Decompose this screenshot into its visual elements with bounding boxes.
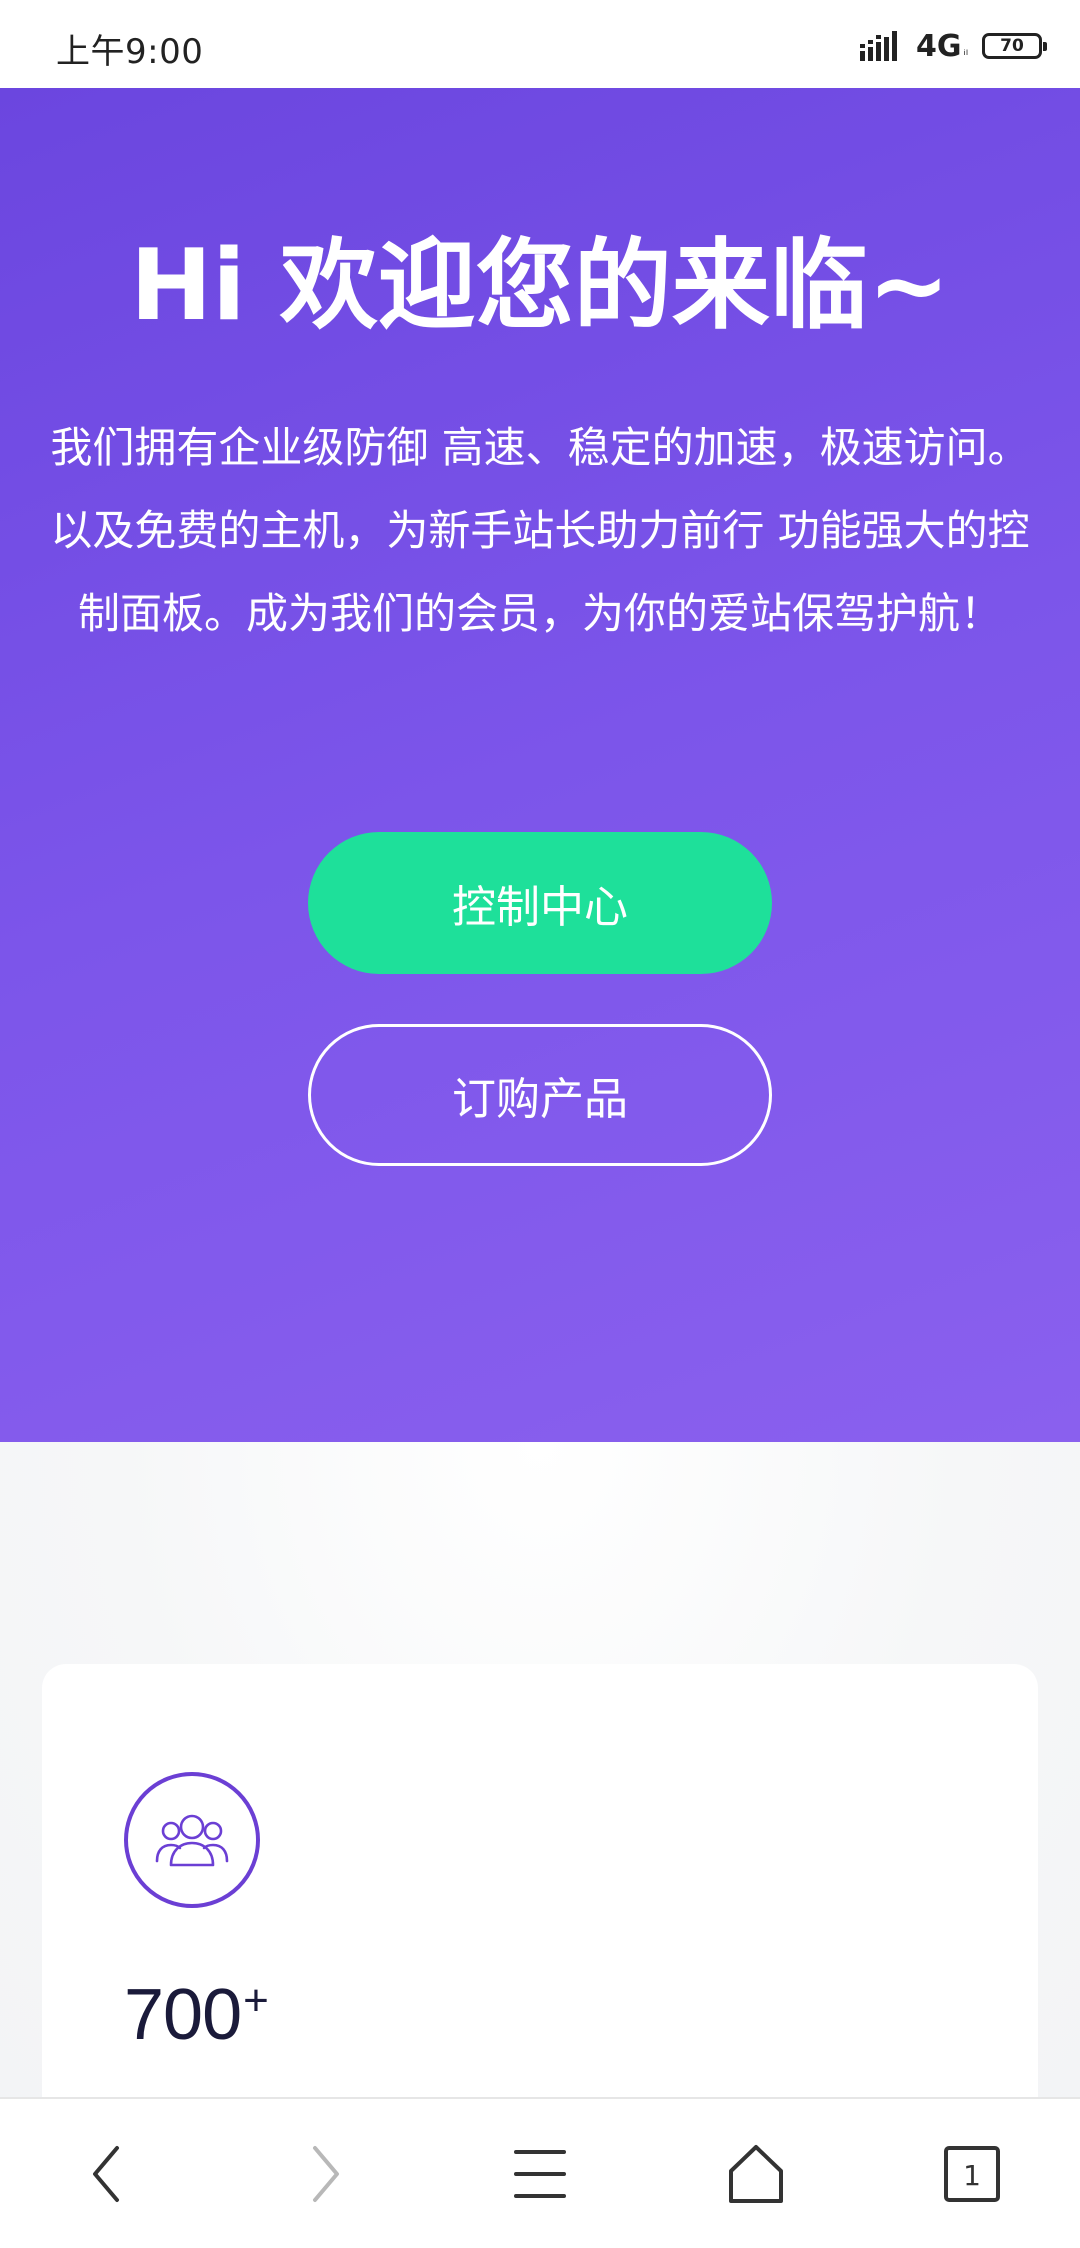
stat-suffix: + [243, 1976, 269, 2025]
browser-bottom-nav: 1 [0, 2097, 1080, 2248]
forward-button[interactable] [290, 2139, 360, 2209]
tab-count: 1 [963, 2159, 981, 2192]
home-icon [729, 2145, 783, 2203]
stat-card: 700+ [42, 1664, 1038, 2164]
home-button[interactable] [721, 2139, 791, 2209]
menu-button[interactable] [505, 2139, 575, 2209]
users-icon [124, 1772, 260, 1908]
menu-icon [514, 2150, 566, 2198]
network-activity-icon: ᵢₗ [963, 43, 968, 59]
battery-level: 70 [1000, 35, 1024, 56]
hero-title: Hi 欢迎您的来临~ [130, 229, 950, 343]
forward-icon [313, 2146, 339, 2202]
tabs-icon: 1 [944, 2146, 1000, 2202]
features-section: 700+ [0, 1442, 1080, 2164]
tabs-button[interactable]: 1 [937, 2139, 1007, 2209]
back-button[interactable] [72, 2139, 142, 2209]
stat-number: 700 [124, 1975, 242, 2055]
network-type: 4G [916, 28, 962, 64]
status-time: 上午9:00 [56, 32, 204, 72]
control-center-button[interactable]: 控制中心 [308, 832, 772, 974]
back-icon [93, 2146, 119, 2202]
hero-description: 我们拥有企业级防御 高速、稳定的加速，极速访问。以及免费的主机，为新手站长助力前… [50, 423, 1030, 638]
order-products-button[interactable]: 订购产品 [308, 1024, 772, 1166]
status-bar: 上午9:00 4G ᵢₗ 70 [0, 0, 1080, 88]
battery-icon: 70 [982, 33, 1047, 59]
signal-icon [860, 31, 898, 61]
hero-section: Hi 欢迎您的来临~ 我们拥有企业级防御 高速、稳定的加速，极速访问。以及免费的… [0, 88, 1080, 1442]
status-indicators: 4G ᵢₗ 70 [860, 26, 1047, 66]
stat-value: 700+ [124, 1974, 269, 2056]
